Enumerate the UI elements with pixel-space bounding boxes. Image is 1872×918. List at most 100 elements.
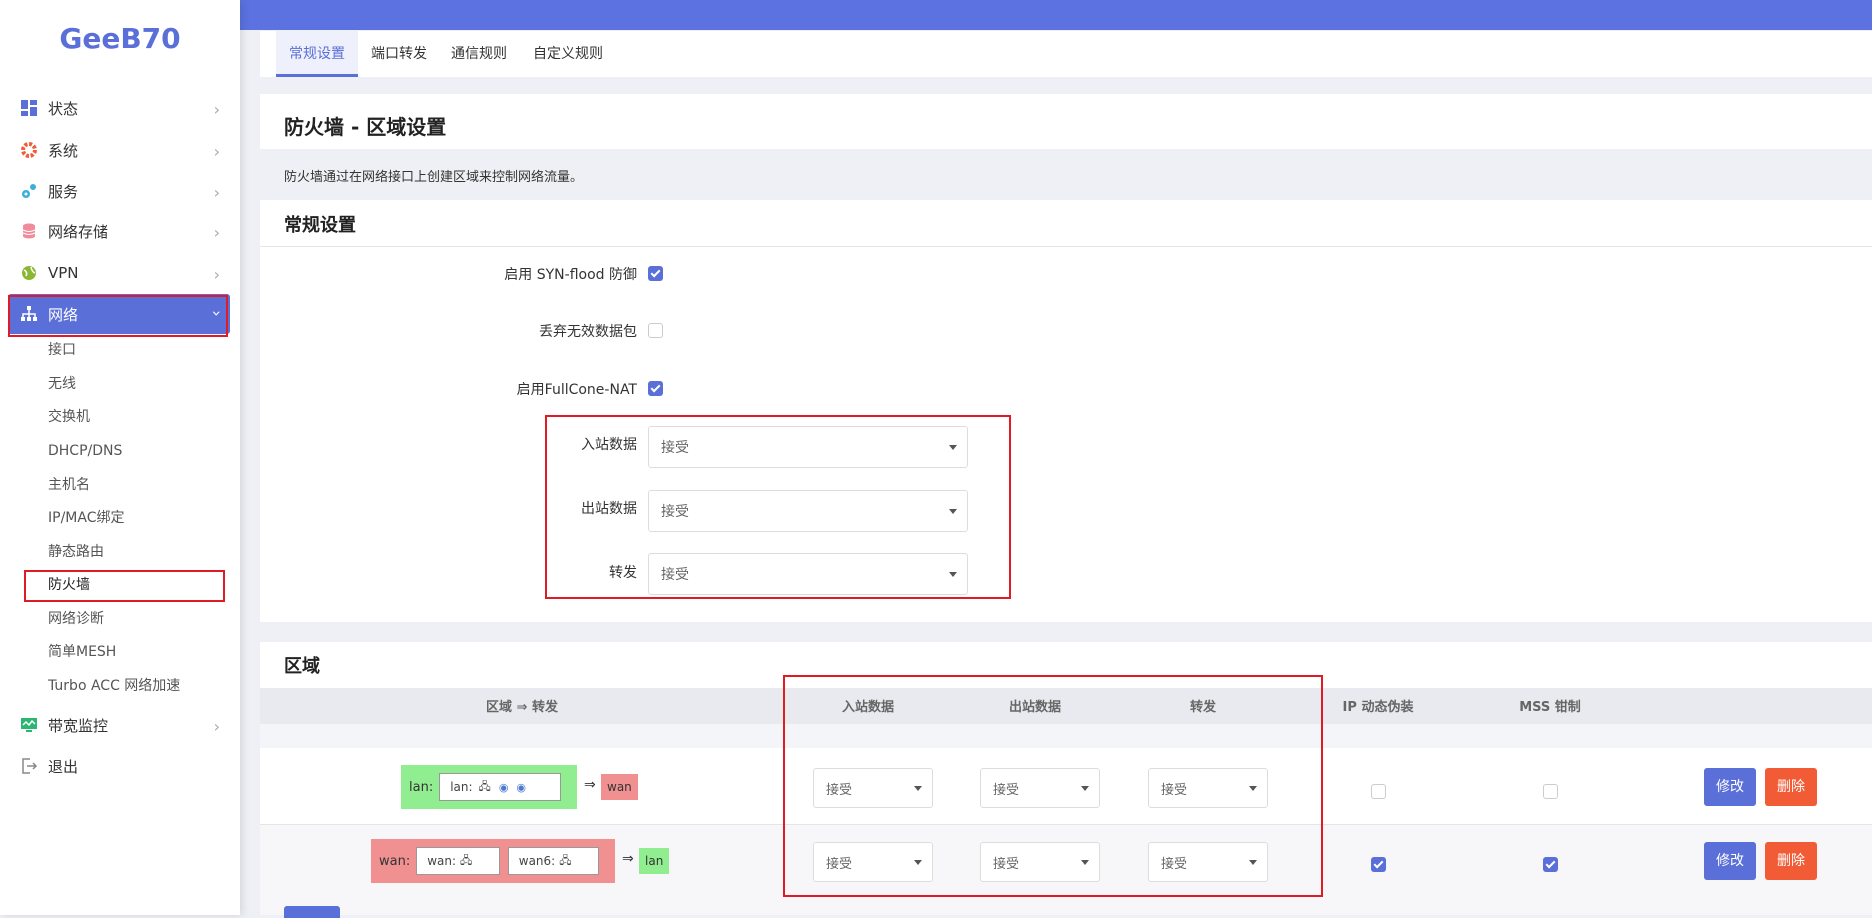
caret-down-icon [1249,860,1257,865]
sidebar-subitem-static-routes[interactable]: 静态路由 [48,541,104,563]
row-forward-select[interactable]: 接受 [1148,768,1268,808]
globe-icon [20,264,38,282]
row-input-select[interactable]: 接受 [813,768,933,808]
app-logo[interactable]: GeeB70 [0,22,240,55]
zone-interface-wan6: wan6: 🖧 [507,847,599,875]
forward-policy-select[interactable]: 接受 [648,553,968,595]
sidebar-item-label: 状态 [48,99,79,118]
monitor-icon [20,716,38,734]
masquerading-checkbox[interactable] [1371,857,1386,872]
select-value: 接受 [1161,782,1188,798]
select-value: 接受 [1161,856,1188,872]
add-button[interactable] [284,906,340,918]
chevron-right-icon: › [213,717,220,736]
tab-general-settings[interactable]: 常规设置 [276,31,358,77]
column-header-mss-clamping: MSS 钳制 [1519,700,1581,715]
sidebar-subitem-turbo-acc[interactable]: Turbo ACC 网络加速 [48,675,180,697]
interface-label: wan6: [518,854,556,868]
row-forward-select[interactable]: 接受 [1148,842,1268,882]
tab-traffic-rules[interactable]: 通信规则 [451,31,507,77]
chevron-down-icon: › [207,310,227,317]
sidebar-item-storage[interactable]: 网络存储 › [8,211,230,251]
column-header-forward: 转发 [1189,700,1216,715]
mss-clamping-checkbox[interactable] [1543,857,1558,872]
column-header-masquerading: IP 动态伪装 [1342,700,1414,715]
row-output-select[interactable]: 接受 [980,768,1100,808]
sidebar-item-label: 网络 [48,305,79,324]
chevron-right-icon: › [213,265,220,284]
tab-bar: 常规设置 端口转发 通信规则 自定义规则 [260,31,1872,77]
page-title: 防火墙 - 区域设置 [284,115,447,139]
zone-interfaces: lan: 🖧 ◉ ◉ [439,773,561,801]
sidebar-item-label: 退出 [48,757,79,776]
input-label: 入站数据 [581,437,637,453]
sidebar-item-services[interactable]: 服务 › [8,171,230,211]
forward-arrow: ⇒ [584,777,596,793]
row-output-select[interactable]: 接受 [980,842,1100,882]
sidebar-item-system[interactable]: 系统 › [8,130,230,170]
tab-port-forwards[interactable]: 端口转发 [371,31,427,77]
zone-interface-wan: wan: 🖧 [416,847,500,875]
sidebar: GeeB70 状态 › 系统 › 服务 › 网络存储 › VPN › 网络 › … [0,0,240,915]
forward-target-wan: wan [601,774,638,800]
select-value: 接受 [826,782,853,798]
edit-button[interactable]: 修改 [1704,768,1756,806]
mss-clamping-checkbox[interactable] [1543,784,1558,799]
fullcone-nat-checkbox[interactable] [648,381,663,396]
select-value: 接受 [661,504,689,520]
ethernet-icon: 🖧 [460,853,473,867]
chevron-right-icon: › [213,100,220,119]
sidebar-item-label: 网络存储 [48,222,109,241]
edit-button[interactable]: 修改 [1704,842,1756,880]
input-policy-select[interactable]: 接受 [648,426,968,468]
zone-chip-wan: wan: wan: 🖧 wan6: 🖧 [371,839,615,883]
column-header-zone-forward: 区域 ⇒ 转发 [486,700,558,715]
tab-custom-rules[interactable]: 自定义规则 [533,31,603,77]
sidebar-item-logout[interactable]: 退出 [8,746,230,786]
sidebar-subitem-interfaces[interactable]: 接口 [48,339,76,361]
caret-down-icon [914,860,922,865]
caret-down-icon [949,445,957,450]
sidebar-item-status[interactable]: 状态 › [8,88,230,128]
forward-arrow: ⇒ [622,851,634,867]
output-policy-select[interactable]: 接受 [648,490,968,532]
fullcone-nat-label: 启用FullCone-NAT [516,382,637,398]
syn-flood-checkbox[interactable] [648,266,663,281]
caret-down-icon [914,786,922,791]
sidebar-item-label: 服务 [48,182,79,201]
sidebar-item-vpn[interactable]: VPN › [8,253,230,293]
caret-down-icon [1081,786,1089,791]
masquerading-checkbox[interactable] [1371,784,1386,799]
column-header-output: 出站数据 [1008,700,1061,715]
sidebar-subitem-hostnames[interactable]: 主机名 [48,474,90,496]
sidebar-item-network[interactable]: 网络 › [8,294,230,334]
syn-flood-label: 启用 SYN-flood 防御 [504,267,637,283]
delete-button[interactable]: 删除 [1765,842,1817,880]
zone-chip-lan: lan: lan: 🖧 ◉ ◉ [401,765,577,809]
sidebar-subitem-easymesh[interactable]: 简单MESH [48,641,116,663]
zone-name: wan: [379,853,411,869]
zone-name: lan: [409,779,434,795]
sidebar-item-label: 带宽监控 [48,716,109,735]
delete-button[interactable]: 删除 [1765,768,1817,806]
divider [260,246,1872,247]
wifi-icon: ◉ [516,780,527,794]
chevron-right-icon: › [213,142,220,161]
drop-invalid-checkbox[interactable] [648,323,663,338]
sidebar-subitem-firewall[interactable]: 防火墙 [48,574,90,596]
select-value: 接受 [661,567,689,583]
ethernet-icon: 🖧 [478,779,491,793]
caret-down-icon [949,509,957,514]
sidebar-subitem-diagnostics[interactable]: 网络诊断 [48,608,104,630]
sidebar-item-bandwidth[interactable]: 带宽监控 › [8,705,230,745]
row-input-select[interactable]: 接受 [813,842,933,882]
sidebar-subitem-ip-mac-binding[interactable]: IP/MAC绑定 [48,507,124,529]
general-settings-card: 常规设置 启用 SYN-flood 防御 丢弃无效数据包 启用FullCone-… [260,200,1872,622]
sidebar-item-label: VPN [48,264,79,282]
sidebar-subitem-wireless[interactable]: 无线 [48,373,76,395]
sidebar-subitem-switch[interactable]: 交换机 [48,406,90,428]
table-header-spacer [260,724,1872,748]
page-description: 防火墙通过在网络接口上创建区域来控制网络流量。 [284,170,584,185]
sidebar-subitem-dhcp-dns[interactable]: DHCP/DNS [48,440,122,462]
select-value: 接受 [661,440,689,456]
